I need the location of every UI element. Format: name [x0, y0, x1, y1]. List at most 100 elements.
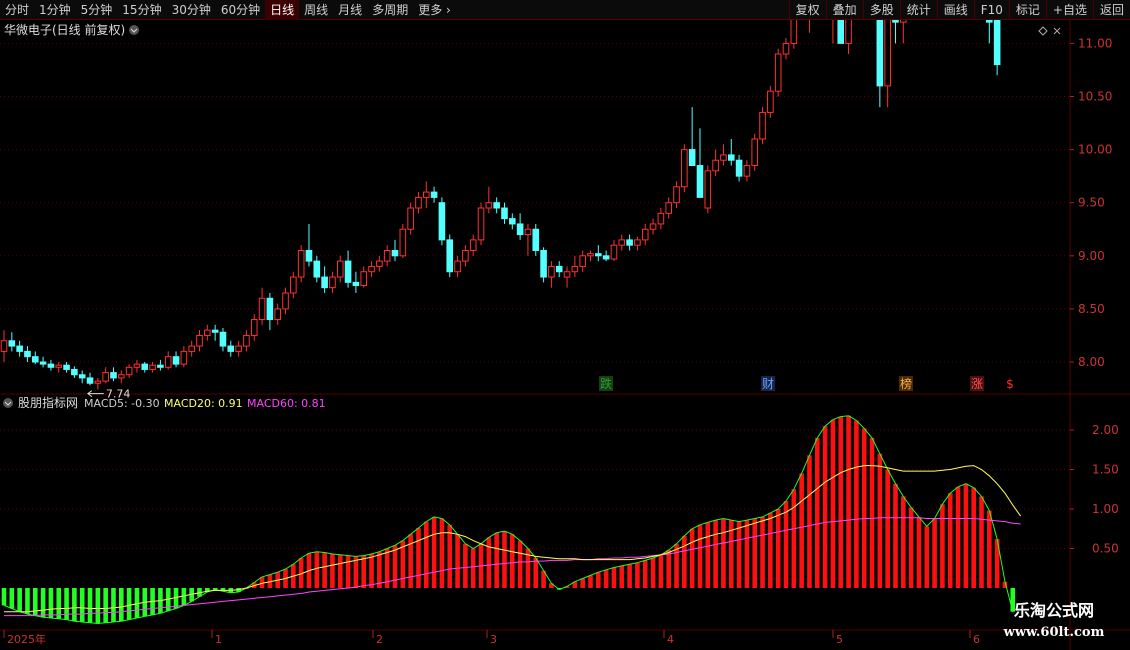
period-tab-0[interactable]: 分时 [0, 0, 34, 20]
candle-body [321, 276, 328, 289]
period-tab-10[interactable]: 更多 › [413, 0, 456, 20]
macd-bar [408, 534, 413, 588]
candle-body [634, 239, 641, 246]
period-tabs: 分时 1分钟 5分钟 15分钟 30分钟 60分钟 日线 周线 月线 多周期 更多 › [0, 0, 456, 20]
event-tag: 涨 [971, 376, 983, 391]
candle-body [618, 239, 626, 246]
candle-body [125, 366, 133, 376]
candle-body [845, 20, 852, 44]
macd-tick-label: 0.50 [1092, 542, 1119, 556]
macd-bar [822, 426, 828, 588]
price-tick-label: 10.50 [1078, 90, 1112, 104]
period-tab-7[interactable]: 周线 [299, 0, 333, 20]
macd-bar [619, 565, 625, 588]
macd-bar [768, 512, 773, 588]
candle-body [516, 223, 524, 236]
macd-bar [103, 588, 108, 623]
candle-body [524, 228, 532, 236]
candle-body [71, 368, 78, 376]
candle-body [782, 42, 790, 55]
event-tag: 跌 [600, 376, 612, 391]
macd-bar [416, 527, 421, 588]
stock-chart[interactable]: 8.008.509.009.5010.0010.5011.0011.5012.0… [0, 20, 1130, 650]
candle-body [399, 228, 407, 257]
macd-bar [330, 554, 335, 588]
macd-bar [470, 548, 476, 588]
candle-body [290, 276, 297, 294]
macd-bar [596, 572, 601, 588]
period-tab-6[interactable]: 日线 [265, 0, 300, 20]
action-button-2[interactable]: 多股 [862, 0, 900, 20]
candle-body [329, 276, 336, 289]
candle-body [751, 138, 759, 167]
macd-tick-label: 1.50 [1092, 463, 1119, 477]
event-tag: 财 [762, 377, 774, 391]
low-price-arrow [87, 390, 104, 398]
time-axis-label: 1 [215, 633, 222, 646]
candle-body [790, 20, 798, 44]
event-tag: $ [1006, 377, 1014, 391]
action-button-0[interactable]: 复权 [788, 0, 826, 20]
period-tab-3[interactable]: 15分钟 [117, 0, 166, 20]
action-button-1[interactable]: 叠加 [825, 0, 863, 20]
candle-body [133, 363, 141, 368]
period-tab-1[interactable]: 1分钟 [34, 0, 76, 20]
macd-bar [721, 518, 726, 588]
candle-body [704, 170, 712, 209]
candle-body [196, 334, 203, 347]
time-axis-label: 4 [667, 633, 674, 646]
action-button-7[interactable]: +自选 [1045, 0, 1093, 20]
macd-bar [494, 532, 499, 588]
candle-body [297, 249, 305, 278]
diamond-icon [1038, 26, 1048, 36]
period-tab-2[interactable]: 5分钟 [76, 0, 118, 20]
candle-body [368, 265, 375, 273]
macd-bar [838, 416, 844, 588]
candle-body [430, 191, 438, 198]
period-tab-9[interactable]: 多周期 [367, 0, 413, 20]
candle-body [407, 207, 414, 230]
macd-bar [940, 504, 945, 588]
macd-bar [431, 516, 437, 588]
macd-bar [885, 469, 890, 588]
candle-body [352, 281, 360, 287]
candle-body [258, 297, 266, 321]
candle-body [571, 265, 579, 273]
period-tab-8[interactable]: 月线 [333, 0, 367, 20]
watermark: 乐淘公式网 www.60lt.com [984, 598, 1124, 648]
macd-bar [40, 588, 46, 618]
candle-body [993, 20, 1001, 66]
candle-body [235, 345, 242, 352]
candle-body [540, 249, 547, 278]
candle-body [227, 345, 235, 352]
candle-body [86, 377, 94, 384]
macd-tick-label: 1.00 [1092, 502, 1119, 516]
candle-body [477, 207, 485, 241]
period-tab-4[interactable]: 30分钟 [167, 0, 216, 20]
macd-bar [17, 588, 22, 612]
candle-body [649, 223, 657, 230]
macd-bar [987, 510, 992, 588]
macd5-line [3, 415, 1014, 625]
candle-body [204, 329, 211, 336]
action-button-3[interactable]: 统计 [899, 0, 937, 20]
macd-bar [502, 531, 507, 588]
candle-body [446, 239, 454, 273]
macd-bar [455, 534, 460, 588]
macd-bar [971, 487, 976, 588]
candle-body [602, 255, 610, 260]
candle-body [360, 271, 368, 287]
action-button-8[interactable]: 返回 [1092, 0, 1130, 20]
macd-bar [963, 483, 969, 588]
macd-bar [955, 486, 961, 588]
period-tab-5[interactable]: 60分钟 [216, 0, 265, 20]
candle-body [102, 372, 109, 382]
macd-bar [611, 567, 617, 588]
candle-body [391, 249, 399, 257]
action-button-6[interactable]: 标记 [1008, 0, 1046, 20]
candle-body [8, 340, 16, 347]
action-button-5[interactable]: F10 [973, 0, 1009, 20]
candle-body [900, 20, 907, 23]
macd-bar [908, 507, 914, 588]
action-button-4[interactable]: 画线 [936, 0, 974, 20]
